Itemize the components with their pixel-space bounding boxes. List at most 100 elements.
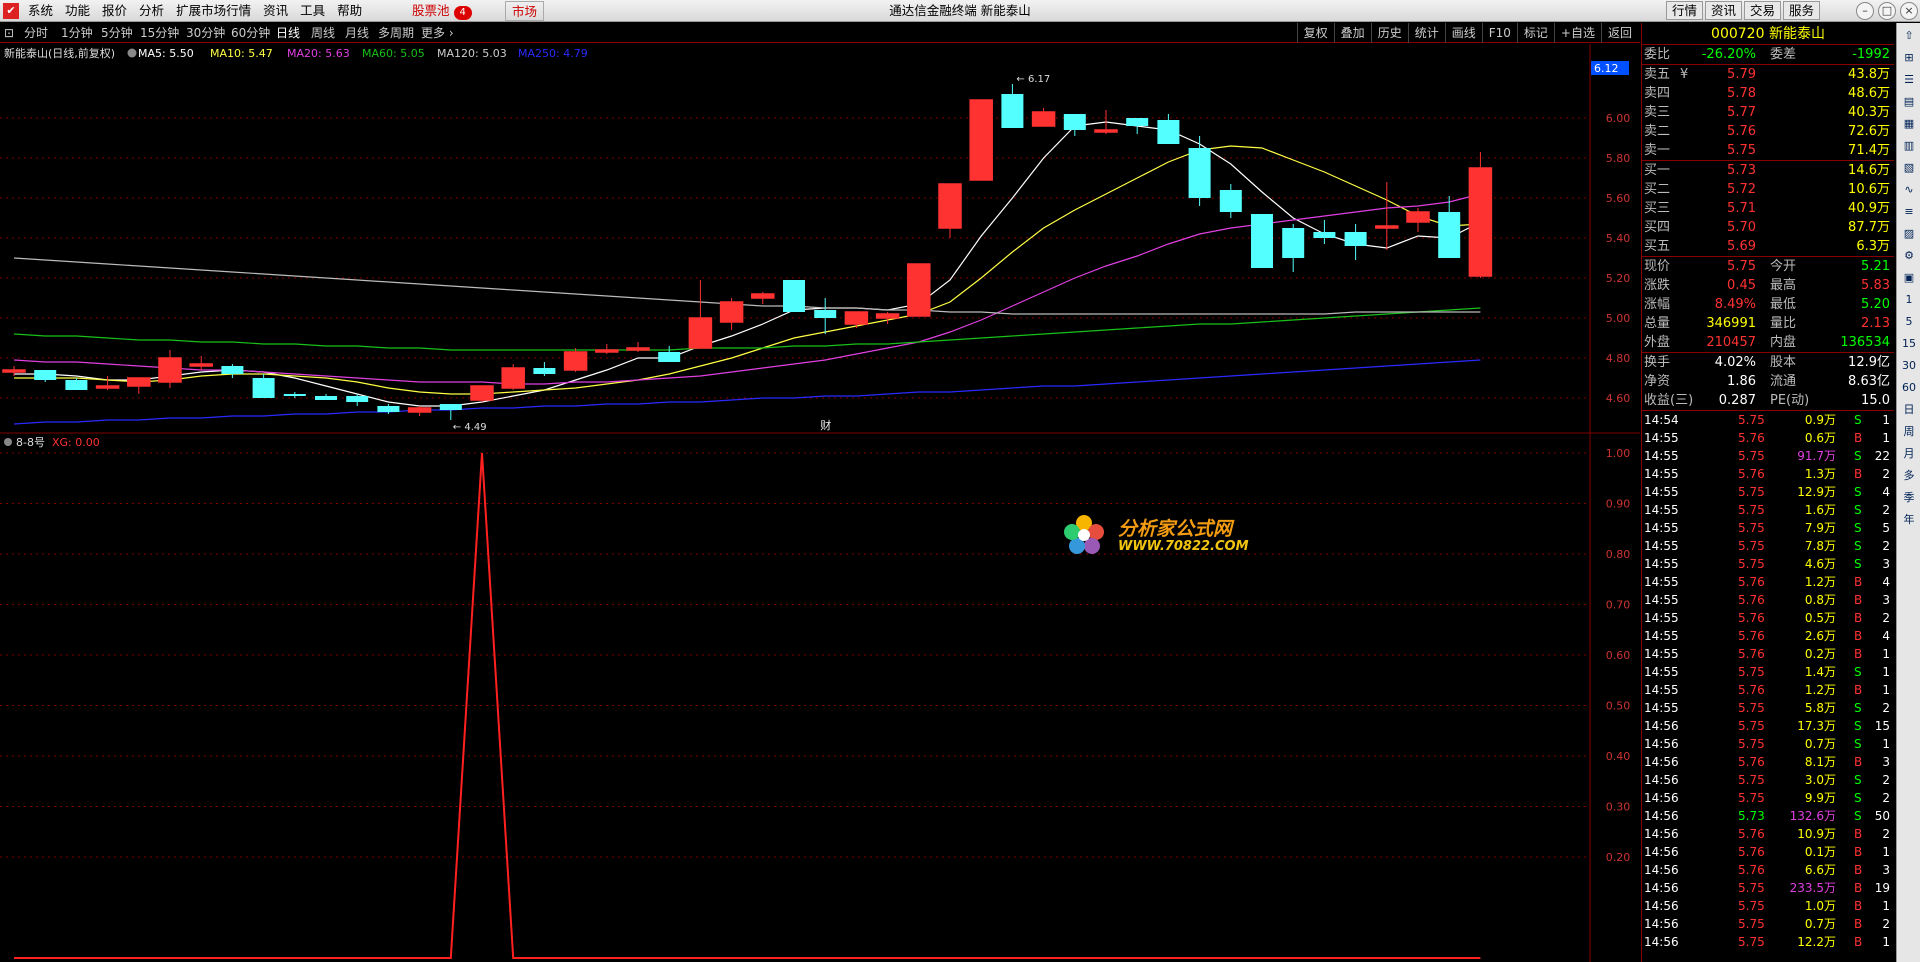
ask-row[interactable]: 卖一 5.75 71.4万 — [1642, 141, 1894, 160]
toolbar-period-button[interactable]: 15 — [1899, 335, 1919, 353]
menu-item[interactable]: 帮助 — [331, 0, 368, 22]
tick-time: 14:56 — [1644, 719, 1679, 733]
toolbar-tool-icon[interactable]: ☰ — [1899, 71, 1919, 89]
low-label: ← 4.49 — [453, 422, 487, 433]
stat-value: 5.21 — [1861, 259, 1890, 274]
toolbar-tool-icon[interactable]: ▧ — [1899, 159, 1919, 177]
tab-period[interactable]: 分时 — [24, 23, 48, 43]
bid-row[interactable]: 买四 5.70 87.7万 — [1642, 218, 1894, 237]
settings-icon[interactable] — [127, 48, 137, 58]
indicator-chart[interactable]: 0.20 0.30 0.40 0.50 0.60 0.70 0.80 0.90 1.00 8-8号… — [0, 434, 1640, 962]
toolbar-tool-icon[interactable]: ⚙ — [1899, 247, 1919, 265]
bid-row[interactable]: 买三 5.71 40.9万 — [1642, 199, 1894, 218]
tick-list[interactable]: 14:54 5.75 0.9万 S 1 14:55 5.76 0.6万 B 1 14:55 5.75 9… — [1642, 411, 1894, 951]
toolbar-period-button[interactable]: 日 — [1899, 401, 1919, 419]
candle — [1313, 220, 1336, 244]
toolbar-tool-icon[interactable]: ⇧ — [1899, 27, 1919, 45]
toolbar-period-button[interactable]: 月 — [1899, 445, 1919, 463]
chart-button[interactable]: 返回 — [1600, 23, 1638, 43]
candle-body-fill — [1375, 226, 1398, 228]
tab-period[interactable]: 更多 › — [421, 23, 454, 43]
bid-row[interactable]: 买五 5.69 6.3万 — [1642, 237, 1894, 256]
tab-period[interactable]: 日线 — [276, 23, 300, 43]
kline-chart[interactable]: 4.60 4.80 5.00 5.20 5.40 5.60 5.80 6.00 新能泰山(日线,… — [0, 44, 1640, 434]
candle — [470, 385, 494, 402]
tab-period[interactable]: 15分钟 — [140, 23, 179, 43]
chart-button[interactable]: 标记 — [1516, 23, 1554, 43]
tab-period[interactable]: 周线 — [311, 23, 335, 43]
menu-item[interactable]: 报价 — [96, 0, 133, 22]
menu-item[interactable]: 资讯 — [257, 0, 294, 22]
menu-item[interactable]: 功能 — [59, 0, 96, 22]
app-logo-icon[interactable]: ✔ — [3, 3, 19, 19]
ask-row[interactable]: 卖四 5.78 48.6万 — [1642, 84, 1894, 103]
tab-period[interactable]: 30分钟 — [186, 23, 225, 43]
tab-period[interactable]: 月线 — [345, 23, 369, 43]
toolbar-period-button[interactable]: 年 — [1899, 511, 1919, 529]
chart-button[interactable]: 复权 — [1296, 23, 1334, 43]
ask-row[interactable]: 卖二 5.76 72.6万 — [1642, 122, 1894, 141]
sidebar-toggle-icon[interactable]: ⊡ — [4, 23, 14, 43]
finance-marker[interactable]: 财 — [820, 418, 831, 432]
menu-item[interactable]: 系统 — [22, 0, 59, 22]
stat-label: 量比 — [1770, 316, 1797, 331]
tick-side: B — [1854, 917, 1863, 931]
ask-row[interactable]: 卖三 5.77 40.3万 — [1642, 103, 1894, 122]
candle-body — [1282, 228, 1305, 258]
chart-button[interactable]: 统计 — [1407, 23, 1445, 43]
top-button[interactable]: 服务 — [1782, 1, 1820, 20]
candle — [501, 364, 525, 390]
tick-side: B — [1854, 899, 1863, 913]
toolbar-period-button[interactable]: 30 — [1899, 357, 1919, 375]
tab-period[interactable]: 多周期 — [378, 23, 414, 43]
tick-time: 14:55 — [1644, 539, 1679, 553]
chart-toolbar: 复权 叠加 历史 统计 画线 F10 标记 +自选 返回 — [1296, 23, 1638, 43]
toolbar-tool-icon[interactable]: ≡ — [1899, 203, 1919, 221]
toolbar-period-button[interactable]: 5 — [1899, 313, 1919, 331]
market-button[interactable]: 市场 — [505, 1, 545, 21]
toolbar-period-button[interactable]: 60 — [1899, 379, 1919, 397]
toolbar-tool-icon[interactable]: ▥ — [1899, 137, 1919, 155]
minimize-icon[interactable]: – — [1856, 2, 1874, 20]
tick-count: 2 — [1882, 827, 1890, 841]
menu-item[interactable]: 扩展市场行情 — [170, 0, 257, 22]
chart-button[interactable]: +自选 — [1553, 23, 1601, 43]
toolbar-period-button[interactable]: 1 — [1899, 291, 1919, 309]
indicator-settings-icon[interactable] — [4, 438, 12, 446]
chart-button[interactable]: 历史 — [1370, 23, 1408, 43]
stock-pool-menu[interactable]: 股票池 4 — [412, 0, 472, 22]
tick-side: S — [1854, 539, 1862, 553]
toolbar-tool-icon[interactable]: ▣ — [1899, 269, 1919, 287]
toolbar-tool-icon[interactable]: ∿ — [1899, 181, 1919, 199]
candle-body-fill — [595, 350, 618, 352]
toolbar-tool-icon[interactable]: ▤ — [1899, 93, 1919, 111]
chart-button[interactable]: 叠加 — [1333, 23, 1371, 43]
toolbar-tool-icon[interactable]: ⊞ — [1899, 49, 1919, 67]
toolbar-tool-icon[interactable]: ▨ — [1899, 225, 1919, 243]
tick-count: 3 — [1882, 863, 1890, 877]
bid-row[interactable]: 买一 5.73 14.6万 — [1642, 161, 1894, 180]
ask-row[interactable]: 卖五 ¥5.79 43.8万 — [1642, 65, 1894, 84]
tab-period[interactable]: 5分钟 — [101, 23, 133, 43]
top-button[interactable]: 行情 — [1665, 1, 1703, 20]
toolbar-period-button[interactable]: 周 — [1899, 423, 1919, 441]
toolbar-tool-icon[interactable]: ▦ — [1899, 115, 1919, 133]
menu-item[interactable]: 工具 — [294, 0, 331, 22]
tick-price: 5.73 — [1738, 809, 1765, 823]
candle-body-fill — [907, 264, 930, 316]
toolbar-period-button[interactable]: 多 — [1899, 467, 1919, 485]
chart-button[interactable]: 画线 — [1444, 23, 1482, 43]
top-button[interactable]: 交易 — [1743, 1, 1781, 20]
toolbar-period-button[interactable]: 季 — [1899, 489, 1919, 507]
tab-period[interactable]: 1分钟 — [61, 23, 93, 43]
y-tick-label: 0.60 — [1606, 649, 1631, 662]
chart-button[interactable]: F10 — [1481, 23, 1517, 43]
maximize-icon[interactable]: □ — [1878, 2, 1896, 20]
menu-item[interactable]: 分析 — [133, 0, 170, 22]
close-icon[interactable]: × — [1900, 2, 1918, 20]
tab-period[interactable]: 60分钟 — [231, 23, 270, 43]
top-button[interactable]: 资讯 — [1704, 1, 1742, 20]
tick-price: 5.75 — [1738, 503, 1765, 517]
candle — [658, 346, 681, 362]
bid-row[interactable]: 买二 5.72 10.6万 — [1642, 180, 1894, 199]
